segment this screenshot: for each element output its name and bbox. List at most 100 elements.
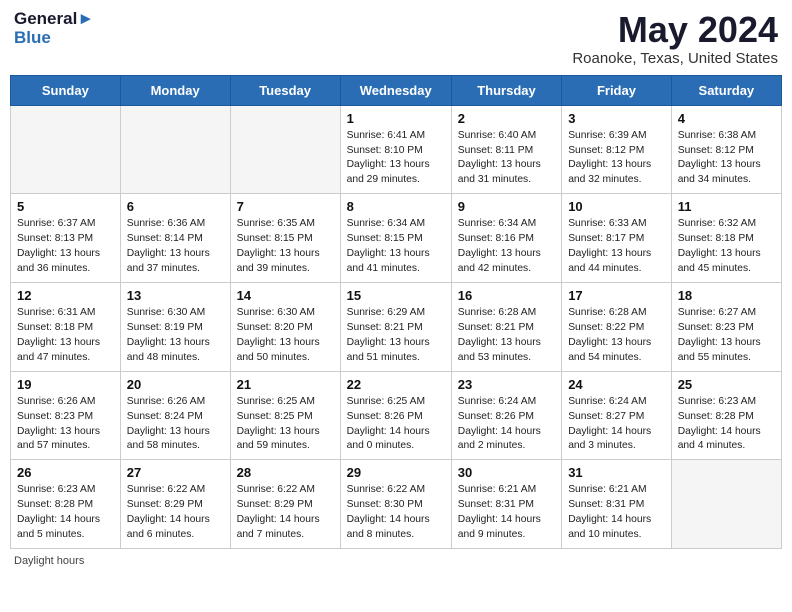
calendar-cell: 4 Sunrise: 6:38 AM Sunset: 8:12 PM Daylig… (671, 105, 781, 194)
calendar-cell: 10 Sunrise: 6:33 AM Sunset: 8:17 PM Dayli… (562, 194, 672, 283)
day-info: Sunrise: 6:24 AM Sunset: 8:27 PM Dayligh… (568, 395, 666, 455)
day-info: Sunrise: 6:33 AM Sunset: 8:17 PM Dayligh… (568, 217, 666, 277)
day-number: 18 (678, 288, 776, 303)
location: Roanoke, Texas, United States (572, 50, 778, 67)
calendar-cell: 9 Sunrise: 6:34 AM Sunset: 8:16 PM Daylig… (451, 194, 561, 283)
dow-header-saturday: Saturday (671, 75, 781, 105)
calendar-cell: 1 Sunrise: 6:41 AM Sunset: 8:10 PM Daylig… (340, 105, 451, 194)
day-info: Sunrise: 6:28 AM Sunset: 8:22 PM Dayligh… (568, 306, 666, 366)
calendar-cell: 21 Sunrise: 6:25 AM Sunset: 8:25 PM Dayli… (230, 371, 340, 460)
calendar-cell: 3Sunrise: 6:39 AM Sunset: 8:12 PM Daylig… (562, 105, 672, 194)
day-info: Sunrise: 6:32 AM Sunset: 8:18 PM Dayligh… (678, 217, 776, 277)
day-number: 19 (17, 377, 115, 392)
calendar-cell: 28 Sunrise: 6:22 AM Sunset: 8:29 PM Dayli… (230, 460, 340, 549)
calendar-table: SundayMondayTuesdayWednesdayThursdayFrid… (10, 75, 782, 549)
day-info: Sunrise: 6:27 AM Sunset: 8:23 PM Dayligh… (678, 306, 776, 366)
calendar-cell: 11 Sunrise: 6:32 AM Sunset: 8:18 PM Dayli… (671, 194, 781, 283)
day-info: Sunrise: 6:25 AM Sunset: 8:26 PM Dayligh… (347, 395, 446, 455)
day-info: Sunrise: 6:23 AM Sunset: 8:28 PM Dayligh… (678, 395, 776, 455)
dow-header-sunday: Sunday (11, 75, 121, 105)
week-row-1: 5 Sunrise: 6:37 AM Sunset: 8:13 PM Daylig… (11, 194, 782, 283)
day-number: 10 (568, 199, 666, 214)
day-info: Sunrise: 6:35 AM Sunset: 8:15 PM Dayligh… (237, 217, 335, 277)
day-number: 8 (347, 199, 446, 214)
day-info: Sunrise: 6:40 AM Sunset: 8:11 PM Dayligh… (458, 129, 556, 189)
logo-line1: General► (14, 10, 94, 29)
calendar-cell: 30Sunrise: 6:21 AM Sunset: 8:31 PM Dayli… (451, 460, 561, 549)
calendar-cell: 25 Sunrise: 6:23 AM Sunset: 8:28 PM Dayli… (671, 371, 781, 460)
day-info: Sunrise: 6:21 AM Sunset: 8:31 PM Dayligh… (458, 483, 556, 543)
day-info: Sunrise: 6:22 AM Sunset: 8:29 PM Dayligh… (237, 483, 335, 543)
day-number: 24 (568, 377, 666, 392)
day-info: Sunrise: 6:26 AM Sunset: 8:24 PM Dayligh… (127, 395, 225, 455)
day-info: Sunrise: 6:28 AM Sunset: 8:21 PM Dayligh… (458, 306, 556, 366)
day-number: 9 (458, 199, 556, 214)
day-info: Sunrise: 6:21 AM Sunset: 8:31 PM Dayligh… (568, 483, 666, 543)
day-info: Sunrise: 6:31 AM Sunset: 8:18 PM Dayligh… (17, 306, 115, 366)
day-number: 5 (17, 199, 115, 214)
day-info: Sunrise: 6:25 AM Sunset: 8:25 PM Dayligh… (237, 395, 335, 455)
week-row-0: 1 Sunrise: 6:41 AM Sunset: 8:10 PM Daylig… (11, 105, 782, 194)
calendar-cell (120, 105, 230, 194)
day-number: 21 (237, 377, 335, 392)
day-info: Sunrise: 6:41 AM Sunset: 8:10 PM Dayligh… (347, 129, 446, 189)
day-number: 22 (347, 377, 446, 392)
calendar-cell (671, 460, 781, 549)
calendar-cell: 2Sunrise: 6:40 AM Sunset: 8:11 PM Daylig… (451, 105, 561, 194)
day-info: Sunrise: 6:30 AM Sunset: 8:20 PM Dayligh… (237, 306, 335, 366)
day-number: 13 (127, 288, 225, 303)
day-info: Sunrise: 6:34 AM Sunset: 8:15 PM Dayligh… (347, 217, 446, 277)
dow-header-monday: Monday (120, 75, 230, 105)
calendar-cell: 26 Sunrise: 6:23 AM Sunset: 8:28 PM Dayli… (11, 460, 121, 549)
calendar-cell: 6 Sunrise: 6:36 AM Sunset: 8:14 PM Daylig… (120, 194, 230, 283)
calendar-cell: 7Sunrise: 6:35 AM Sunset: 8:15 PM Daylig… (230, 194, 340, 283)
day-info: Sunrise: 6:36 AM Sunset: 8:14 PM Dayligh… (127, 217, 225, 277)
calendar-cell: 19Sunrise: 6:26 AM Sunset: 8:23 PM Dayli… (11, 371, 121, 460)
day-info: Sunrise: 6:23 AM Sunset: 8:28 PM Dayligh… (17, 483, 115, 543)
calendar-cell: 23Sunrise: 6:24 AM Sunset: 8:26 PM Dayli… (451, 371, 561, 460)
calendar-cell: 22 Sunrise: 6:25 AM Sunset: 8:26 PM Dayli… (340, 371, 451, 460)
day-number: 1 (347, 111, 446, 126)
day-number: 25 (678, 377, 776, 392)
calendar-cell: 18 Sunrise: 6:27 AM Sunset: 8:23 PM Dayli… (671, 282, 781, 371)
calendar-cell: 20 Sunrise: 6:26 AM Sunset: 8:24 PM Dayli… (120, 371, 230, 460)
day-number: 6 (127, 199, 225, 214)
calendar-cell (230, 105, 340, 194)
calendar-cell: 5 Sunrise: 6:37 AM Sunset: 8:13 PM Daylig… (11, 194, 121, 283)
calendar-cell: 12 Sunrise: 6:31 AM Sunset: 8:18 PM Dayli… (11, 282, 121, 371)
day-number: 3 (568, 111, 666, 126)
calendar-body: 1 Sunrise: 6:41 AM Sunset: 8:10 PM Daylig… (11, 105, 782, 548)
calendar-cell: 15Sunrise: 6:29 AM Sunset: 8:21 PM Dayli… (340, 282, 451, 371)
dow-header-tuesday: Tuesday (230, 75, 340, 105)
calendar-cell: 27Sunrise: 6:22 AM Sunset: 8:29 PM Dayli… (120, 460, 230, 549)
day-number: 4 (678, 111, 776, 126)
calendar-cell: 24 Sunrise: 6:24 AM Sunset: 8:27 PM Dayli… (562, 371, 672, 460)
day-info: Sunrise: 6:34 AM Sunset: 8:16 PM Dayligh… (458, 217, 556, 277)
calendar-cell: 29 Sunrise: 6:22 AM Sunset: 8:30 PM Dayli… (340, 460, 451, 549)
day-number: 29 (347, 465, 446, 480)
day-info: Sunrise: 6:22 AM Sunset: 8:30 PM Dayligh… (347, 483, 446, 543)
calendar-cell: 16 Sunrise: 6:28 AM Sunset: 8:21 PM Dayli… (451, 282, 561, 371)
day-number: 16 (458, 288, 556, 303)
calendar-cell (11, 105, 121, 194)
week-row-3: 19Sunrise: 6:26 AM Sunset: 8:23 PM Dayli… (11, 371, 782, 460)
day-number: 17 (568, 288, 666, 303)
calendar-cell: 14Sunrise: 6:30 AM Sunset: 8:20 PM Dayli… (230, 282, 340, 371)
footer-note: Daylight hours (10, 555, 782, 567)
day-info: Sunrise: 6:37 AM Sunset: 8:13 PM Dayligh… (17, 217, 115, 277)
day-number: 11 (678, 199, 776, 214)
day-info: Sunrise: 6:38 AM Sunset: 8:12 PM Dayligh… (678, 129, 776, 189)
day-number: 31 (568, 465, 666, 480)
calendar-cell: 31 Sunrise: 6:21 AM Sunset: 8:31 PM Dayli… (562, 460, 672, 549)
day-info: Sunrise: 6:22 AM Sunset: 8:29 PM Dayligh… (127, 483, 225, 543)
dow-header-friday: Friday (562, 75, 672, 105)
day-number: 12 (17, 288, 115, 303)
day-of-week-header: SundayMondayTuesdayWednesdayThursdayFrid… (11, 75, 782, 105)
day-number: 20 (127, 377, 225, 392)
logo-line2: Blue (14, 29, 94, 48)
day-number: 26 (17, 465, 115, 480)
calendar-cell: 17 Sunrise: 6:28 AM Sunset: 8:22 PM Dayli… (562, 282, 672, 371)
day-number: 23 (458, 377, 556, 392)
day-number: 28 (237, 465, 335, 480)
page-header: General► Blue May 2024 Roanoke, Texas, U… (10, 10, 782, 67)
